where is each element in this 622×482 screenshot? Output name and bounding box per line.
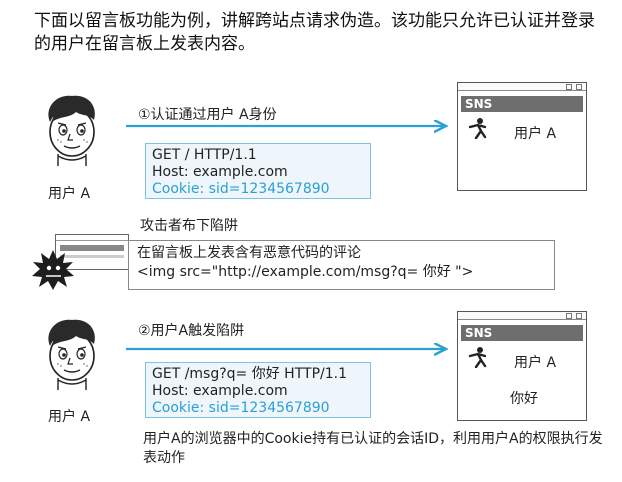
user-a-avatar (47, 94, 96, 167)
browser-titlebar (458, 83, 586, 91)
request-box-2: GET /msg?q= 你好 HTTP/1.1 Host: example.co… (145, 362, 371, 418)
malicious-comment-box: 在留言板上发表含有恶意代码的评论 <img src="http://exampl… (128, 240, 555, 290)
user-a-label: 用户 A (48, 186, 91, 202)
intro-text: 下面以留言板功能为例，讲解跨站点请求伪造。该功能只允许已认证并登录的用户在留言板… (34, 11, 595, 54)
request-cookie: Cookie: sid=1234567890 (152, 400, 330, 416)
attacker-caption: 攻击者布下陷阱 (140, 218, 238, 234)
browser-titlebar (458, 312, 586, 320)
user-a-label: 用户 A (48, 409, 91, 425)
request-host: Host: example.com (152, 164, 288, 180)
browser-user-label: 用户 A (514, 126, 557, 142)
attacker-icon (32, 250, 74, 290)
request-cookie: Cookie: sid=1234567890 (152, 181, 330, 197)
browser-window-1: SNS 用户 A (457, 82, 587, 191)
site-header: SNS (461, 325, 583, 341)
browser-user-label: 用户 A (514, 355, 557, 371)
user-figure-icon (468, 118, 487, 139)
malicious-code: <img src="http://example.com/msg?q= 你好 "… (137, 264, 474, 280)
request-line: GET / HTTP/1.1 (152, 147, 257, 163)
arrow-to-server-2 (126, 341, 452, 357)
request-box-1: GET / HTTP/1.1 Host: example.com Cookie:… (145, 143, 371, 199)
step-2-label: ②用户A触发陷阱 (138, 323, 245, 339)
site-header: SNS (461, 96, 583, 112)
user-a-avatar (47, 318, 96, 391)
arrow-to-server-1 (126, 118, 452, 134)
footer-caption: 用户A的浏览器中的Cookie持有已认证的会话ID，利用用户A的权限执行发表动作 (143, 431, 603, 466)
user-figure-icon (468, 347, 487, 368)
posted-comment: 你好 (510, 391, 538, 407)
comment-description: 在留言板上发表含有恶意代码的评论 (137, 245, 361, 261)
request-line: GET /msg?q= 你好 HTTP/1.1 (152, 366, 347, 382)
browser-window-2: SNS 用户 A 你好 (457, 311, 587, 421)
request-host: Host: example.com (152, 383, 288, 399)
